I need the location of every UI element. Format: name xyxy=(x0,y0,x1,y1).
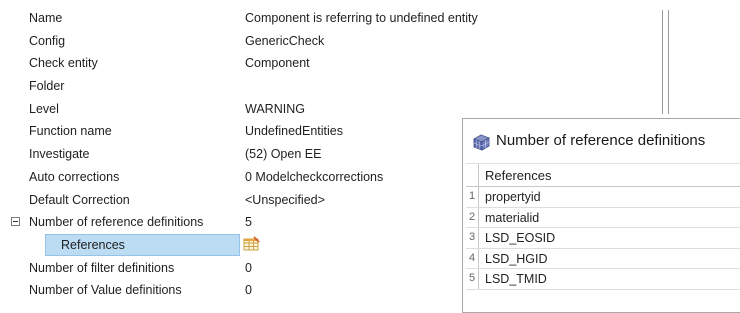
row-number: 4 xyxy=(466,248,479,268)
row-number: 3 xyxy=(466,228,479,248)
property-row-number-of-value-definitions[interactable]: Number of Value definitions 0 xyxy=(0,279,470,302)
column-header-references[interactable]: References xyxy=(485,168,551,183)
table-row[interactable]: 3 LSD_EOSID xyxy=(466,228,740,249)
popup-title: Number of reference definitions xyxy=(496,132,706,149)
property-value[interactable]: 0 xyxy=(245,283,252,297)
property-row-auto-corrections[interactable]: Auto corrections 0 Modelcheckcorrections xyxy=(0,166,470,189)
property-label: Number of reference definitions xyxy=(29,215,204,230)
row-number: 2 xyxy=(466,207,479,227)
property-label: Check entity xyxy=(29,56,98,71)
property-value[interactable]: Component xyxy=(245,56,310,70)
references-grid: References 1 propertyid 2 materialid 3 L… xyxy=(466,163,740,290)
property-value[interactable]: (52) Open EE xyxy=(245,147,321,161)
property-row-references[interactable]: References xyxy=(0,233,470,257)
table-edit-icon[interactable] xyxy=(243,236,260,252)
panel-divider xyxy=(668,10,669,114)
property-row-investigate[interactable]: Investigate (52) Open EE xyxy=(0,143,470,166)
row-number: 1 xyxy=(466,187,479,207)
minus-box-icon[interactable] xyxy=(11,217,20,227)
table-row[interactable]: 5 LSD_TMID xyxy=(466,269,740,290)
grid-corner xyxy=(466,164,479,186)
table-row[interactable]: 2 materialid xyxy=(466,207,740,228)
table-cell[interactable]: propertyid xyxy=(485,190,541,204)
property-row-number-of-filter-definitions[interactable]: Number of filter definitions 0 xyxy=(0,257,470,280)
property-label: Number of filter definitions xyxy=(29,260,175,275)
grid-header: References xyxy=(466,163,740,187)
property-row-config[interactable]: Config GenericCheck xyxy=(0,30,470,53)
property-row-function-name[interactable]: Function name UndefinedEntities xyxy=(0,120,470,143)
property-label: Folder xyxy=(29,79,65,94)
property-value[interactable]: 0 xyxy=(245,261,252,275)
reference-definitions-popup[interactable]: Number of reference definitions Referenc… xyxy=(462,118,740,313)
table-row[interactable]: 1 propertyid xyxy=(466,187,740,208)
property-value[interactable]: WARNING xyxy=(245,102,305,116)
property-label: Default Correction xyxy=(29,192,130,207)
property-label: Name xyxy=(29,11,63,25)
property-label: Config xyxy=(29,33,66,48)
property-label: References xyxy=(61,237,125,252)
property-value[interactable]: Component is referring to undefined enti… xyxy=(245,11,478,25)
property-value[interactable]: 5 xyxy=(245,215,252,229)
property-value[interactable]: 0 Modelcheckcorrections xyxy=(245,170,383,184)
table-cell[interactable]: LSD_HGID xyxy=(485,252,548,266)
popup-header[interactable]: Number of reference definitions xyxy=(463,119,740,159)
property-row-number-of-reference-definitions[interactable]: Number of reference definitions 5 xyxy=(0,211,470,234)
property-row-default-correction[interactable]: Default Correction <Unspecified> xyxy=(0,189,470,212)
property-label: Investigate xyxy=(29,147,90,162)
property-row-level[interactable]: Level WARNING xyxy=(0,98,470,121)
property-value[interactable]: <Unspecified> xyxy=(245,193,325,207)
property-row-name[interactable]: Name Component is referring to undefined… xyxy=(0,7,478,30)
panel-divider xyxy=(662,10,663,114)
property-label: Function name xyxy=(29,124,112,139)
table-cell[interactable]: materialid xyxy=(485,211,539,225)
property-table: Name Component is referring to undefined… xyxy=(0,7,478,302)
table-row[interactable]: 4 LSD_HGID xyxy=(466,248,740,269)
table-cell[interactable]: LSD_EOSID xyxy=(485,231,555,245)
table-grid-icon xyxy=(473,134,490,151)
property-value[interactable]: UndefinedEntities xyxy=(245,124,343,138)
property-row-check-entity[interactable]: Check entity Component xyxy=(0,52,470,75)
property-label: Auto corrections xyxy=(29,169,120,184)
property-label: Number of Value definitions xyxy=(29,283,182,298)
row-number: 5 xyxy=(466,269,479,289)
property-label: Level xyxy=(29,101,59,116)
property-value[interactable]: GenericCheck xyxy=(245,34,324,48)
property-row-folder[interactable]: Folder xyxy=(0,75,470,98)
table-cell[interactable]: LSD_TMID xyxy=(485,272,547,286)
